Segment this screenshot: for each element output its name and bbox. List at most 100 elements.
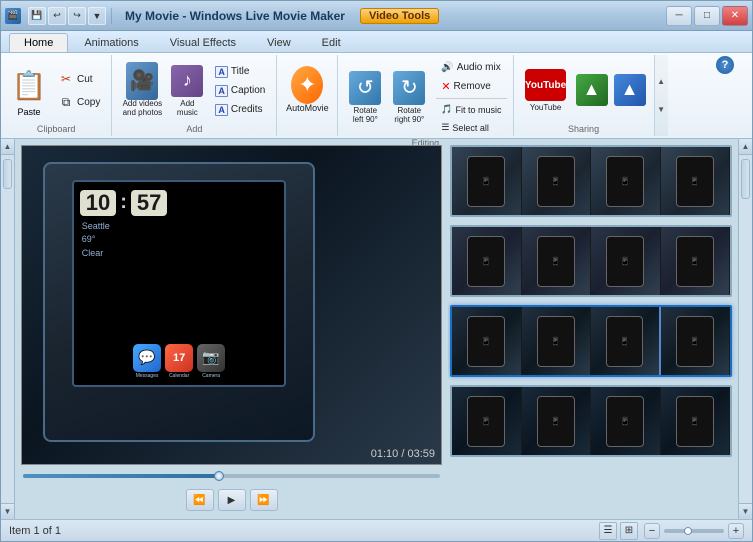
quick-access-toolbar: 💾 ↩ ↪ ▼: [28, 7, 106, 25]
storyboard-view-button[interactable]: ☰: [599, 522, 617, 540]
tab-edit[interactable]: Edit: [307, 33, 356, 52]
right-scroll-up[interactable]: ▲: [739, 139, 752, 155]
phone-device: 10 : 57 Seattle 69° Clear: [43, 162, 315, 442]
zoom-in-button[interactable]: +: [728, 523, 744, 539]
ribbon-scroll-up[interactable]: ▲: [655, 68, 668, 96]
weather-condition: Clear: [82, 247, 279, 261]
maximize-button[interactable]: □: [694, 6, 720, 26]
thumbnail-item-1[interactable]: 📱 📱 📱 📱: [450, 145, 732, 217]
quick-menu-button[interactable]: ▼: [88, 7, 106, 25]
film-frames-1: 📱 📱 📱 📱: [452, 147, 730, 215]
right-scrollbar: ▲ ▼: [738, 139, 752, 519]
zoom-out-button[interactable]: −: [644, 523, 660, 539]
tab-animations[interactable]: Animations: [69, 33, 153, 52]
credits-label: Credits: [231, 104, 263, 115]
add-videos-button[interactable]: 🎥 Add videosand photos: [118, 62, 166, 120]
fit-music-icon: 🎵: [441, 104, 452, 115]
copy-button[interactable]: ⧉ Copy: [53, 91, 105, 113]
zoom-slider[interactable]: [664, 529, 724, 533]
minimize-button[interactable]: ─: [666, 6, 692, 26]
video-preview: 10 : 57 Seattle 69° Clear: [21, 145, 442, 465]
scroll-thumb[interactable]: [3, 159, 12, 189]
add-videos-icon: 🎥: [126, 65, 158, 97]
rewind-button[interactable]: ⏪: [186, 489, 214, 511]
rotate-left-button[interactable]: ↺ Rotateleft 90°: [344, 69, 386, 127]
rotate-left-icon: ↺: [349, 72, 381, 104]
cut-copy-col: ✂ Cut ⧉ Copy: [53, 68, 105, 113]
scroll-track: [1, 155, 14, 503]
play-button[interactable]: ▶: [218, 489, 246, 511]
automovie-button[interactable]: ✦ AutoMovie: [283, 62, 331, 120]
tab-home[interactable]: Home: [9, 33, 68, 52]
remove-button[interactable]: ✕ Remove: [436, 77, 506, 96]
clipboard-content: 📋 Paste ✂ Cut ⧉ Copy: [7, 57, 105, 122]
thumbnail-item-3[interactable]: 📱 📱 📱 📱: [450, 305, 732, 377]
fit-to-music-button[interactable]: 🎵 Fit to music: [436, 101, 506, 118]
ribbon-group-automovie: ✦ AutoMovie -: [277, 55, 338, 136]
quick-redo-button[interactable]: ↪: [68, 7, 86, 25]
status-bar: Item 1 of 1 ☰ ⊞ − +: [1, 519, 752, 541]
paste-button[interactable]: 📋 Paste: [7, 62, 51, 120]
fast-forward-button[interactable]: ⏩: [250, 489, 278, 511]
zoom-slider-thumb[interactable]: [684, 527, 692, 535]
thumbnail-item-4[interactable]: 📱 📱 📱 📱: [450, 385, 732, 457]
video-content: 10 : 57 Seattle 69° Clear: [22, 146, 441, 464]
status-item-info: Item 1 of 1: [9, 525, 61, 537]
frame-2-2: 📱: [522, 227, 592, 295]
select-all-icon: ☰: [441, 122, 449, 133]
right-scroll-thumb[interactable]: [741, 159, 750, 199]
clock-hour: 10: [80, 190, 116, 216]
frame-3-3: 📱: [591, 307, 661, 375]
rotate-right-button[interactable]: ↻ Rotateright 90°: [388, 69, 430, 127]
quick-undo-button[interactable]: ↩: [48, 7, 66, 25]
close-button[interactable]: ✕: [722, 6, 748, 26]
frame-2-1: 📱: [452, 227, 522, 295]
share2-icon: ▲: [614, 74, 646, 106]
title-button[interactable]: A Title: [210, 63, 270, 81]
clock-area: 10 : 57: [80, 190, 279, 216]
tab-visual-effects[interactable]: Visual Effects: [155, 33, 251, 52]
thumbnail-strip: 📱 📱 📱 📱 📱 📱 📱 📱 📱 📱: [448, 139, 738, 519]
add-music-label: Addmusic: [177, 99, 198, 117]
timeline-view-button[interactable]: ⊞: [620, 522, 638, 540]
scroll-up-button[interactable]: ▲: [1, 139, 14, 155]
audio-mix-button[interactable]: 🔊 Audio mix: [436, 59, 506, 76]
clock-minute: 57: [131, 190, 167, 216]
film-frames-2: 📱 📱 📱 📱: [452, 227, 730, 295]
add-music-button[interactable]: ♪ Addmusic: [168, 62, 206, 120]
status-icons: ☰ ⊞: [599, 522, 638, 540]
frame-3-1: 📱: [452, 307, 522, 375]
caption-button[interactable]: A Caption: [210, 82, 270, 100]
frame-2-4: 📱: [661, 227, 731, 295]
video-tools-badge: Video Tools: [360, 8, 439, 24]
share-btn1[interactable]: ▲: [574, 62, 610, 120]
text-options-col: A Title A Caption A Credits: [210, 63, 270, 119]
messages-app: 💬 Messages: [133, 344, 161, 379]
youtube-button[interactable]: YouTube YouTube: [520, 62, 572, 120]
caption-label: Caption: [231, 85, 265, 96]
tab-view[interactable]: View: [252, 33, 306, 52]
clock-colon: :: [120, 191, 127, 214]
audio-mix-label: Audio mix: [457, 62, 501, 73]
thumbnail-item-2[interactable]: 📱 📱 📱 📱: [450, 225, 732, 297]
right-scroll-down[interactable]: ▼: [739, 503, 752, 519]
cut-button[interactable]: ✂ Cut: [53, 68, 105, 90]
app-window: 🎬 💾 ↩ ↪ ▼ My Movie - Windows Live Movie …: [0, 0, 753, 542]
remove-label: Remove: [454, 81, 491, 92]
progress-thumb[interactable]: [214, 471, 224, 481]
select-all-button[interactable]: ☰ Select all: [436, 119, 506, 136]
progress-track[interactable]: [23, 474, 440, 478]
weather-display: Seattle 69° Clear: [82, 220, 279, 261]
youtube-icon: YouTube: [530, 69, 562, 101]
title-icon: A: [215, 66, 228, 78]
quick-save-button[interactable]: 💾: [28, 7, 46, 25]
help-button[interactable]: ?: [716, 56, 734, 74]
cut-label: Cut: [77, 74, 93, 85]
add-music-icon: ♪: [171, 65, 203, 97]
rotate-left-label: Rotateleft 90°: [353, 106, 378, 124]
share-btn2[interactable]: ▲: [612, 62, 648, 120]
credits-button[interactable]: A Credits: [210, 101, 270, 119]
share1-icon: ▲: [576, 74, 608, 106]
ribbon-scroll-down[interactable]: ▼: [655, 96, 668, 124]
scroll-down-button[interactable]: ▼: [1, 503, 14, 519]
